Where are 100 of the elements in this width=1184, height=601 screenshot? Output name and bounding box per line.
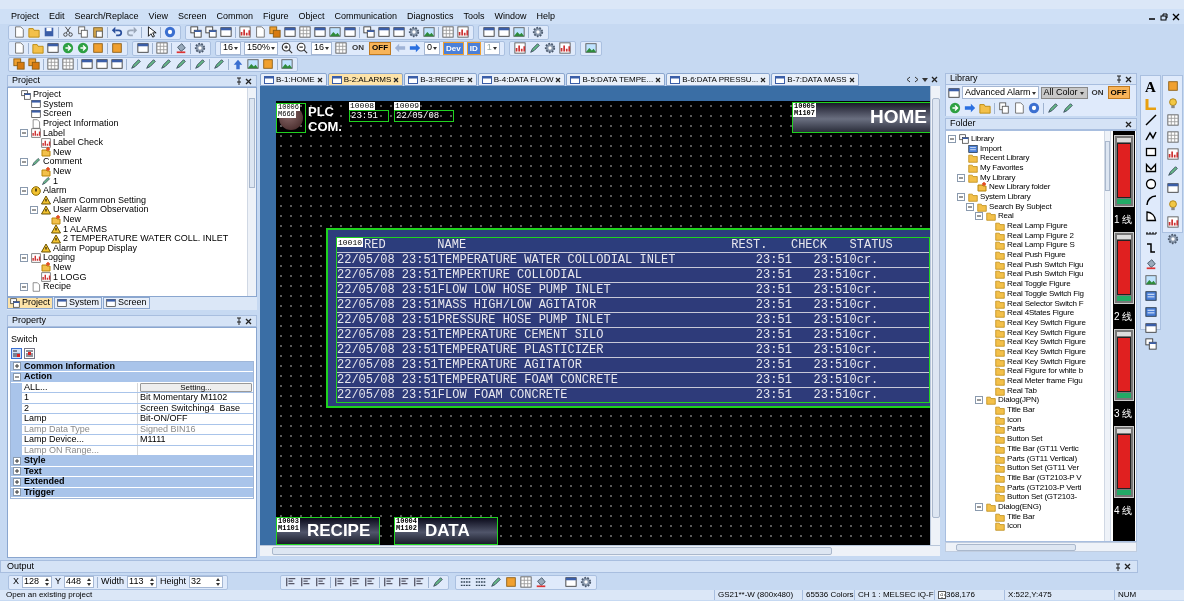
- pen-icon[interactable]: [490, 576, 503, 588]
- clipboard-icon[interactable]: [92, 26, 104, 38]
- panel-tab[interactable]: System: [54, 297, 103, 309]
- menu-item[interactable]: Common: [211, 9, 258, 24]
- undo-icon[interactable]: [111, 26, 123, 38]
- tree-item[interactable]: 1: [53, 176, 58, 186]
- pen-icon[interactable]: [175, 58, 187, 70]
- tree-item[interactable]: Recent Library: [980, 154, 1030, 163]
- collapse-icon[interactable]: [20, 253, 28, 262]
- pointer-icon[interactable]: [145, 26, 157, 38]
- toggle-button[interactable]: Dev: [443, 41, 464, 55]
- square-icon[interactable]: [262, 58, 274, 70]
- chart-icon[interactable]: [1166, 148, 1179, 160]
- tree-item[interactable]: Real Meter frame Figu: [1007, 377, 1083, 386]
- grid-icon[interactable]: [299, 26, 311, 38]
- pin-icon[interactable]: [236, 77, 242, 85]
- page-icon[interactable]: [13, 26, 25, 38]
- align-icon[interactable]: [349, 576, 362, 588]
- tree-item[interactable]: 2 TEMPERATURE WATER COLL. INLET: [63, 234, 229, 244]
- tree-item[interactable]: Real Push Switch Figu: [1007, 270, 1084, 279]
- grid-icon[interactable]: [1166, 131, 1179, 143]
- text-tool[interactable]: A: [1145, 80, 1156, 94]
- align-icon[interactable]: [383, 576, 396, 588]
- window-icon[interactable]: [284, 26, 296, 38]
- tree-item[interactable]: New: [53, 263, 71, 272]
- toggle-button[interactable]: ID: [466, 41, 481, 55]
- tree-item[interactable]: Library: [971, 134, 995, 143]
- menu-item[interactable]: Tools: [458, 9, 490, 24]
- property-section[interactable]: Style: [11, 456, 253, 467]
- chart-icon[interactable]: [513, 42, 526, 54]
- window-icon[interactable]: [81, 58, 93, 70]
- tree-item[interactable]: System Library: [980, 192, 1031, 201]
- overlapping-squares-icon[interactable]: [13, 58, 25, 70]
- menu-item[interactable]: Search/Replace: [69, 9, 144, 24]
- font-size-dropdown[interactable]: 16: [220, 41, 241, 55]
- close-icon[interactable]: [555, 76, 562, 83]
- chart-icon[interactable]: [1166, 216, 1179, 228]
- line-width-dropdown[interactable]: 16: [311, 41, 333, 55]
- tree-item[interactable]: Real Key Switch Figure: [1007, 318, 1086, 327]
- list-view-icon[interactable]: [24, 347, 35, 359]
- close-icon[interactable]: [245, 77, 252, 85]
- pen-icon[interactable]: [213, 58, 225, 70]
- pin-icon[interactable]: [1115, 562, 1121, 571]
- collapse-icon[interactable]: [20, 282, 28, 291]
- property-section[interactable]: Extended: [11, 477, 253, 488]
- grid-icon[interactable]: [1166, 114, 1179, 126]
- image-icon[interactable]: [281, 58, 293, 70]
- panel-tab[interactable]: Screen: [103, 297, 150, 309]
- menu-item[interactable]: Edit: [44, 9, 70, 24]
- pen-icon[interactable]: [1062, 102, 1074, 114]
- window-icon[interactable]: [47, 42, 59, 54]
- document-tab[interactable]: B-1:HOME: [260, 73, 327, 86]
- close-icon[interactable]: [1172, 12, 1180, 21]
- collapse-icon[interactable]: [20, 157, 28, 166]
- color-filter-dropdown[interactable]: All Color: [1040, 86, 1088, 99]
- page-icon[interactable]: [1013, 102, 1025, 114]
- zoom-in-icon[interactable]: [281, 42, 294, 54]
- collapse-icon[interactable]: [948, 134, 956, 143]
- tree-item[interactable]: Real Push Figure: [1007, 251, 1066, 260]
- step-line-icon[interactable]: [1144, 242, 1157, 254]
- menu-item[interactable]: Screen: [172, 9, 212, 24]
- pen-icon[interactable]: [145, 58, 157, 70]
- tree-item[interactable]: 1 ALARMS: [63, 224, 108, 234]
- pen-icon[interactable]: [194, 58, 206, 70]
- dropdown-icon[interactable]: [922, 76, 928, 83]
- align-icon[interactable]: [334, 576, 347, 588]
- align-icon[interactable]: [300, 576, 313, 588]
- horizontal-scrollbar[interactable]: [260, 545, 940, 556]
- image-icon[interactable]: [1144, 274, 1157, 286]
- zoom-dropdown[interactable]: 150%: [244, 41, 279, 55]
- square-icon[interactable]: [1166, 80, 1179, 92]
- vertical-scrollbar[interactable]: [930, 86, 940, 545]
- window-icon[interactable]: [565, 576, 578, 588]
- tree-item[interactable]: Real Toggle Figure: [1007, 280, 1071, 289]
- tree-item[interactable]: New Library folder: [989, 183, 1051, 192]
- tree-item[interactable]: Button Set (GT2103-: [1007, 493, 1078, 502]
- horizontal-scrollbar[interactable]: [945, 542, 1137, 552]
- lamp-icon[interactable]: [1166, 199, 1179, 211]
- property-section[interactable]: Text: [11, 466, 253, 477]
- line-icon[interactable]: [1144, 114, 1157, 126]
- restore-icon[interactable]: [1160, 12, 1168, 21]
- tree-item[interactable]: 1 LOGG: [53, 272, 87, 282]
- collapse-icon[interactable]: [957, 173, 965, 182]
- tree-item[interactable]: Recipe: [43, 282, 71, 292]
- tree-item[interactable]: Real Selector Switch F: [1007, 299, 1084, 308]
- pin-icon[interactable]: [1116, 75, 1122, 83]
- align-icon[interactable]: [364, 576, 377, 588]
- pin-icon[interactable]: [236, 317, 242, 325]
- windows-icon[interactable]: [1144, 338, 1157, 350]
- window-icon[interactable]: [1166, 182, 1179, 194]
- tree-item[interactable]: Button Set: [1007, 435, 1043, 444]
- scroll-right-icon[interactable]: [914, 76, 919, 83]
- collapse-icon[interactable]: [20, 129, 28, 138]
- align-icon[interactable]: [413, 576, 426, 588]
- page-icon[interactable]: [254, 26, 266, 38]
- category-view-icon[interactable]: [11, 347, 22, 359]
- expand-icon[interactable]: [13, 362, 21, 371]
- align-icon[interactable]: [315, 576, 328, 588]
- document-tab[interactable]: B-4:DATA FLOW: [477, 73, 566, 86]
- overlapping-squares-icon[interactable]: [28, 58, 40, 70]
